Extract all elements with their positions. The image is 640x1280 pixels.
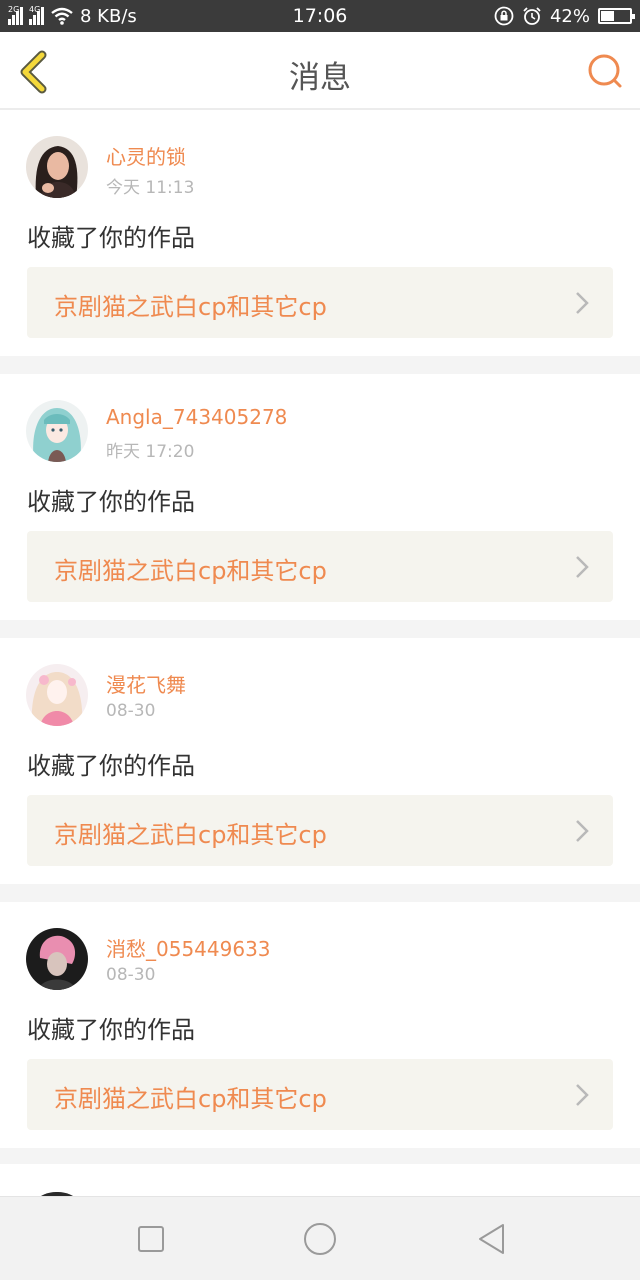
chevron-right-icon — [576, 1084, 589, 1106]
search-button[interactable] — [586, 52, 626, 92]
alarm-icon — [523, 7, 541, 25]
username[interactable]: 漫花飞舞 — [106, 669, 186, 698]
work-title: 京剧猫之武白cp和其它cp — [54, 557, 327, 585]
message-action: 收藏了你的作品 — [27, 1016, 195, 1044]
chevron-right-icon — [576, 292, 589, 314]
chevron-right-icon — [576, 556, 589, 578]
username[interactable]: 心灵的锁 — [106, 141, 186, 170]
battery-fill — [601, 11, 614, 21]
avatar[interactable] — [26, 928, 88, 990]
circle-home-icon[interactable] — [302, 1221, 338, 1257]
username[interactable]: Angla_743405278 — [106, 405, 287, 429]
avatar[interactable] — [26, 664, 88, 726]
message-action: 收藏了你的作品 — [27, 488, 195, 516]
square-recents-icon[interactable] — [133, 1221, 169, 1257]
work-link[interactable]: 京剧猫之武白cp和其它cp — [27, 267, 613, 338]
battery-percent: 42% — [549, 5, 590, 27]
status-bar: 2G 4G 8 KB/s 17:06 42% — [0, 0, 640, 32]
username[interactable]: 消愁_055449633 — [106, 933, 271, 962]
avatar[interactable] — [26, 136, 88, 198]
work-link[interactable]: 京剧猫之武白cp和其它cp — [27, 795, 613, 866]
status-right: 42% — [494, 5, 635, 27]
work-title: 京剧猫之武白cp和其它cp — [54, 293, 327, 321]
message-action: 收藏了你的作品 — [27, 224, 195, 252]
work-title: 京剧猫之武白cp和其它cp — [54, 1085, 327, 1113]
message-card: 漫花飞舞 08-30 收藏了你的作品 京剧猫之武白cp和其它cp — [0, 638, 640, 884]
work-link[interactable]: 京剧猫之武白cp和其它cp — [27, 531, 613, 602]
work-title: 京剧猫之武白cp和其它cp — [54, 821, 327, 849]
avatar[interactable] — [26, 400, 88, 462]
app-header: 消息 — [0, 32, 640, 110]
work-link[interactable]: 京剧猫之武白cp和其它cp — [27, 1059, 613, 1130]
triangle-back-icon[interactable] — [474, 1221, 510, 1257]
chevron-right-icon — [576, 820, 589, 842]
message-time: 08-30 — [106, 965, 156, 985]
message-action: 收藏了你的作品 — [27, 752, 195, 780]
system-nav-bar — [0, 1196, 640, 1280]
message-card: 消愁_055449633 08-30 收藏了你的作品 京剧猫之武白cp和其它cp — [0, 902, 640, 1148]
message-card: Angla_743405278 昨天 17:20 收藏了你的作品 京剧猫之武白c… — [0, 374, 640, 620]
message-time: 今天 11:13 — [106, 178, 195, 198]
rotation-lock-icon — [494, 6, 514, 26]
message-card: 心灵的锁 今天 11:13 收藏了你的作品 京剧猫之武白cp和其它cp — [0, 110, 640, 356]
battery-icon — [598, 8, 635, 24]
page-title: 消息 — [289, 60, 351, 96]
message-time: 昨天 17:20 — [106, 442, 195, 462]
message-time: 08-30 — [106, 701, 156, 721]
